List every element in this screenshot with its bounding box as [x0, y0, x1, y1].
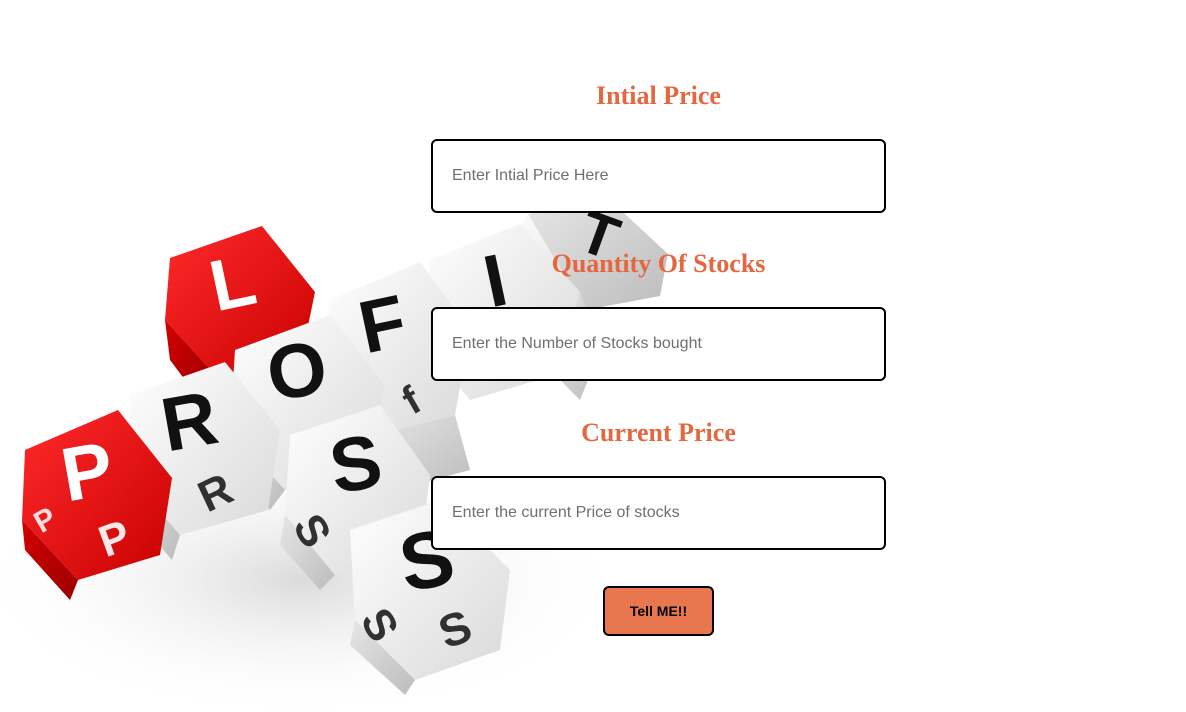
- page: T I F f L O R R P P P S S S S S Intial P…: [0, 0, 1186, 712]
- quantity-input[interactable]: [431, 307, 886, 381]
- current-price-label: Current Price: [581, 418, 736, 447]
- initial-price-input[interactable]: [431, 139, 886, 213]
- tell-me-button[interactable]: Tell ME!!: [603, 586, 714, 636]
- quantity-label: Quantity Of Stocks: [551, 249, 766, 278]
- initial-price-label: Intial Price: [596, 81, 721, 110]
- current-price-input[interactable]: [431, 476, 886, 550]
